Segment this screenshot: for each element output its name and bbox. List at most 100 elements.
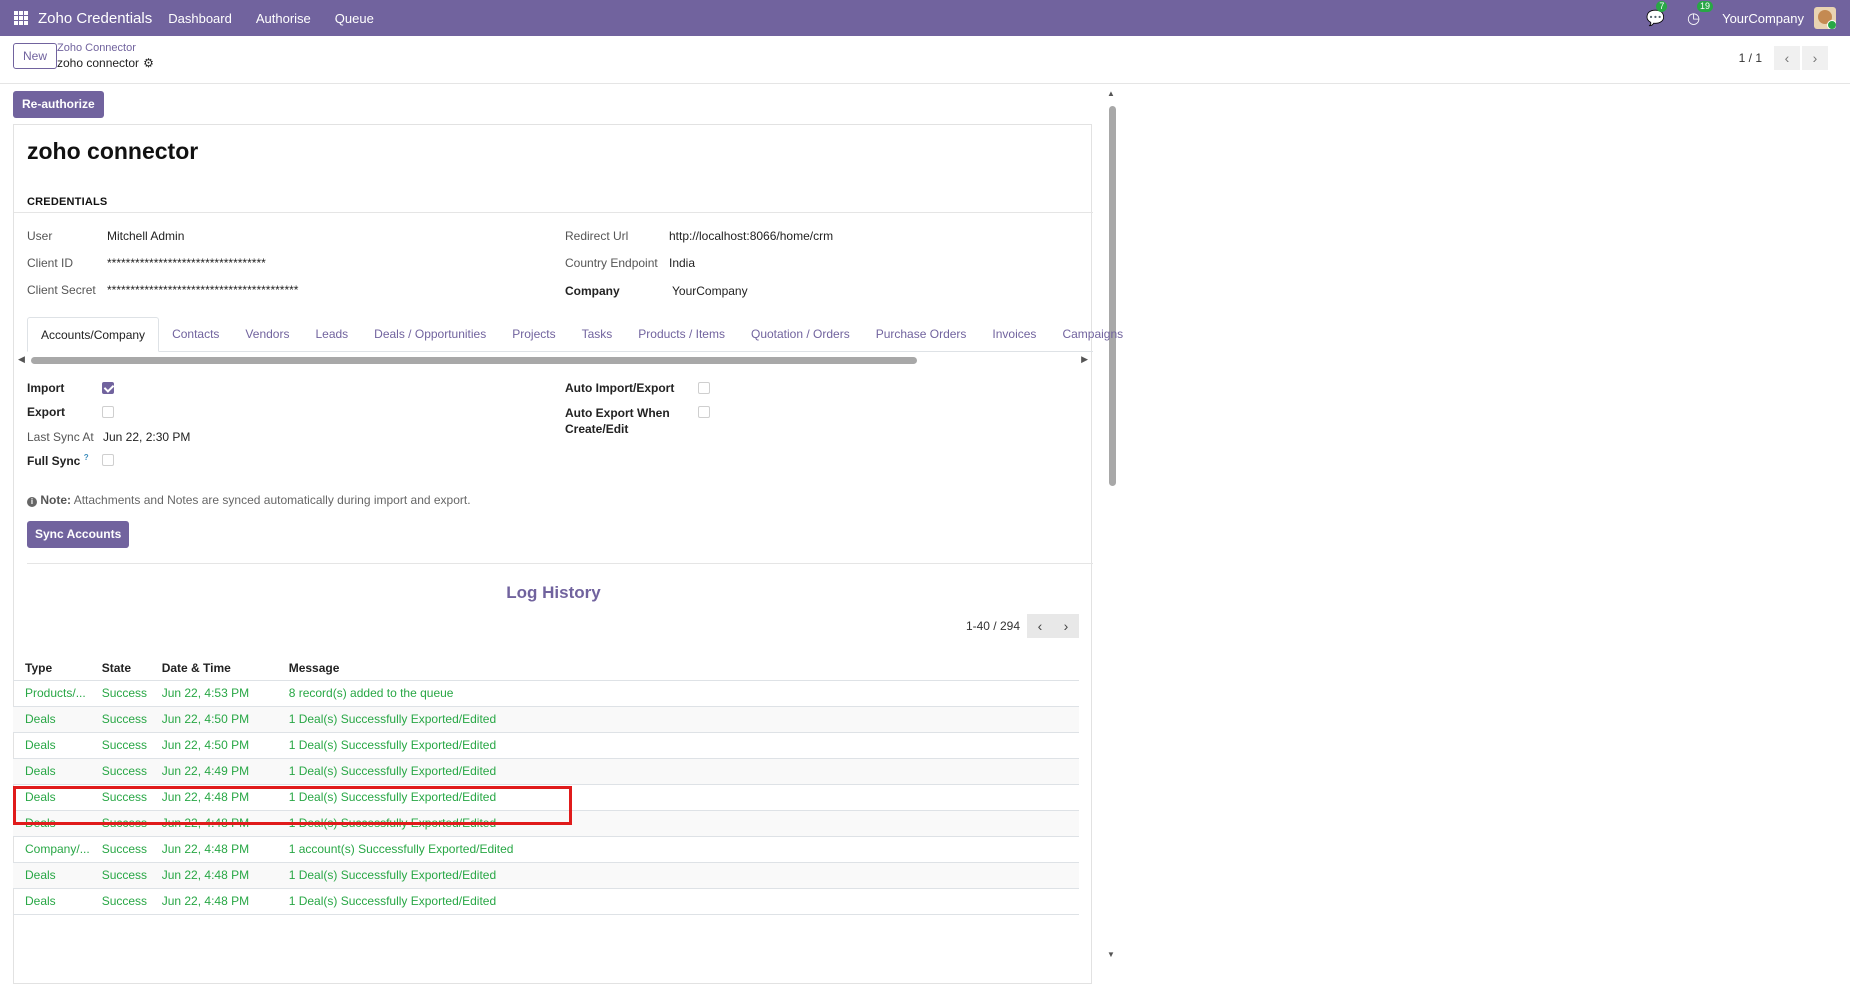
tab-leads[interactable]: Leads [302, 317, 361, 351]
cell-type[interactable]: Deals [13, 732, 90, 759]
systray: 💬 7 ◷ 19 YourCompany [1646, 0, 1836, 36]
scroll-right-icon[interactable]: ▶ [1081, 354, 1088, 365]
menu-item-authorise[interactable]: Authorise [256, 11, 311, 26]
company-switcher[interactable]: YourCompany [1722, 11, 1804, 26]
column-type[interactable]: Type [13, 656, 90, 681]
top-navbar: Zoho Credentials Dashboard Authorise Que… [0, 0, 1850, 36]
log-pager-previous-icon[interactable]: ‹ [1027, 614, 1053, 638]
cell-date[interactable]: Jun 22, 4:53 PM [149, 680, 277, 707]
table-row[interactable]: Deals Success Jun 22, 4:48 PM 1 Deal(s) Suc… [13, 888, 1079, 915]
cell-type[interactable]: Products/... [13, 680, 90, 707]
tab-products[interactable]: Products / Items [625, 317, 738, 351]
export-checkbox[interactable] [102, 406, 114, 418]
scroll-thumb[interactable] [1109, 106, 1116, 486]
scroll-left-icon[interactable]: ◀ [18, 354, 25, 365]
cell-state[interactable]: Success [89, 862, 150, 889]
cell-date[interactable]: Jun 22, 4:50 PM [149, 706, 277, 733]
cell-date[interactable]: Jun 22, 4:48 PM [149, 862, 277, 889]
full-sync-label: Full Sync ? [27, 453, 89, 468]
cell-state[interactable]: Success [89, 836, 150, 863]
cell-type[interactable]: Company/... [13, 836, 90, 863]
import-checkbox[interactable] [102, 382, 114, 394]
cell-message[interactable]: 8 record(s) added to the queue [276, 680, 1079, 707]
gear-icon[interactable]: ⚙ [143, 56, 154, 70]
country-endpoint-field[interactable]: India [669, 256, 695, 270]
tab-purchase-orders[interactable]: Purchase Orders [863, 317, 980, 351]
auto-export-checkbox[interactable] [698, 406, 710, 418]
auto-import-checkbox[interactable] [698, 382, 710, 394]
scroll-down-icon[interactable]: ▼ [1107, 950, 1115, 959]
scroll-up-icon[interactable]: ▲ [1107, 89, 1115, 98]
cell-date[interactable]: Jun 22, 4:48 PM [149, 836, 277, 863]
company-field[interactable]: YourCompany [672, 284, 748, 298]
column-date[interactable]: Date & Time [149, 656, 277, 681]
tabs-horizontal-scrollbar[interactable]: ◀ ▶ [18, 354, 1088, 366]
help-icon[interactable]: ? [84, 453, 89, 462]
table-row[interactable]: Deals Success Jun 22, 4:50 PM 1 Deal(s) Suc… [13, 732, 1079, 759]
cell-message[interactable]: 1 Deal(s) Successfully Exported/Edited [276, 862, 1079, 889]
cell-state[interactable]: Success [89, 680, 150, 707]
pager-previous-icon[interactable]: ‹ [1774, 46, 1800, 70]
client-id-field[interactable]: ********************************** [107, 256, 266, 270]
last-sync-value: Jun 22, 2:30 PM [103, 430, 191, 444]
menu-item-queue[interactable]: Queue [335, 11, 374, 26]
cell-message[interactable]: 1 Deal(s) Successfully Exported/Edited [276, 888, 1079, 915]
cell-state[interactable]: Success [89, 732, 150, 759]
table-row[interactable]: Deals Success Jun 22, 4:48 PM 1 Deal(s) Suc… [13, 862, 1079, 889]
activities-icon[interactable]: ◷ 19 [1687, 1, 1714, 27]
cell-message[interactable]: 1 Deal(s) Successfully Exported/Edited [276, 732, 1079, 759]
apps-menu-icon[interactable] [14, 11, 28, 25]
tab-projects[interactable]: Projects [499, 317, 568, 351]
tab-accounts-company[interactable]: Accounts/Company [27, 317, 160, 352]
cell-date[interactable]: Jun 22, 4:50 PM [149, 732, 277, 759]
table-row[interactable]: Deals Success Jun 22, 4:49 PM 1 Deal(s) Suc… [13, 758, 1079, 785]
user-avatar[interactable] [1814, 7, 1836, 29]
column-message[interactable]: Message [276, 656, 1079, 681]
menu-item-dashboard[interactable]: Dashboard [168, 11, 232, 26]
cell-message[interactable]: 1 account(s) Successfully Exported/Edite… [276, 836, 1079, 863]
tab-quotations[interactable]: Quotation / Orders [738, 317, 863, 351]
app-title[interactable]: Zoho Credentials [38, 10, 152, 27]
table-row[interactable]: Company/... Success Jun 22, 4:48 PM 1 accou… [13, 836, 1079, 863]
log-pager-next-icon[interactable]: › [1053, 614, 1079, 638]
cell-state[interactable]: Success [89, 706, 150, 733]
column-state[interactable]: State [89, 656, 150, 681]
tab-campaigns[interactable]: Campaigns [1049, 317, 1136, 351]
full-sync-checkbox[interactable] [102, 454, 114, 466]
messages-icon[interactable]: 💬 7 [1646, 1, 1668, 27]
activities-badge: 19 [1697, 1, 1714, 12]
cell-type[interactable]: Deals [13, 862, 90, 889]
tab-vendors[interactable]: Vendors [232, 317, 302, 351]
cell-message[interactable]: 1 Deal(s) Successfully Exported/Edited [276, 706, 1079, 733]
control-panel: New Zoho Connector zoho connector ⚙ 1 / 1… [0, 36, 1850, 84]
vertical-scrollbar[interactable]: ▲ ▼ [1107, 89, 1117, 959]
user-field[interactable]: Mitchell Admin [107, 229, 184, 243]
pager-next-icon[interactable]: › [1802, 46, 1828, 70]
cell-message[interactable]: 1 Deal(s) Successfully Exported/Edited [276, 758, 1079, 785]
redirect-url-label: Redirect Url [565, 229, 629, 243]
cell-type[interactable]: Deals [13, 706, 90, 733]
tab-deals[interactable]: Deals / Opportunities [361, 317, 499, 351]
table-row[interactable]: Deals Success Jun 22, 4:50 PM 1 Deal(s) Suc… [13, 706, 1079, 733]
new-button[interactable]: New [13, 43, 58, 69]
record-title[interactable]: zoho connector [27, 138, 198, 165]
reauthorize-button[interactable]: Re-authorize [13, 91, 104, 118]
cell-state[interactable]: Success [89, 888, 150, 915]
breadcrumb-parent[interactable]: Zoho Connector [57, 42, 136, 54]
form-view: Re-authorize ▲ ▼ zoho connector CREDENTI… [0, 84, 1850, 984]
cell-type[interactable]: Deals [13, 758, 90, 785]
tab-contacts[interactable]: Contacts [159, 317, 232, 351]
cell-date[interactable]: Jun 22, 4:48 PM [149, 888, 277, 915]
table-row[interactable]: Products/... Success Jun 22, 4:53 PM 8 reco… [13, 680, 1079, 707]
log-pager-value[interactable]: 1-40 / 294 [966, 619, 1020, 633]
cell-state[interactable]: Success [89, 758, 150, 785]
client-secret-field[interactable]: ****************************************… [107, 283, 298, 297]
cell-type[interactable]: Deals [13, 888, 90, 915]
tabs-scroll-thumb[interactable] [31, 357, 917, 364]
sync-accounts-button[interactable]: Sync Accounts [27, 521, 130, 548]
redirect-url-field[interactable]: http://localhost:8066/home/crm [669, 229, 833, 243]
tab-invoices[interactable]: Invoices [979, 317, 1049, 351]
tab-tasks[interactable]: Tasks [569, 317, 626, 351]
cell-date[interactable]: Jun 22, 4:49 PM [149, 758, 277, 785]
pager-value[interactable]: 1 / 1 [1739, 51, 1762, 65]
